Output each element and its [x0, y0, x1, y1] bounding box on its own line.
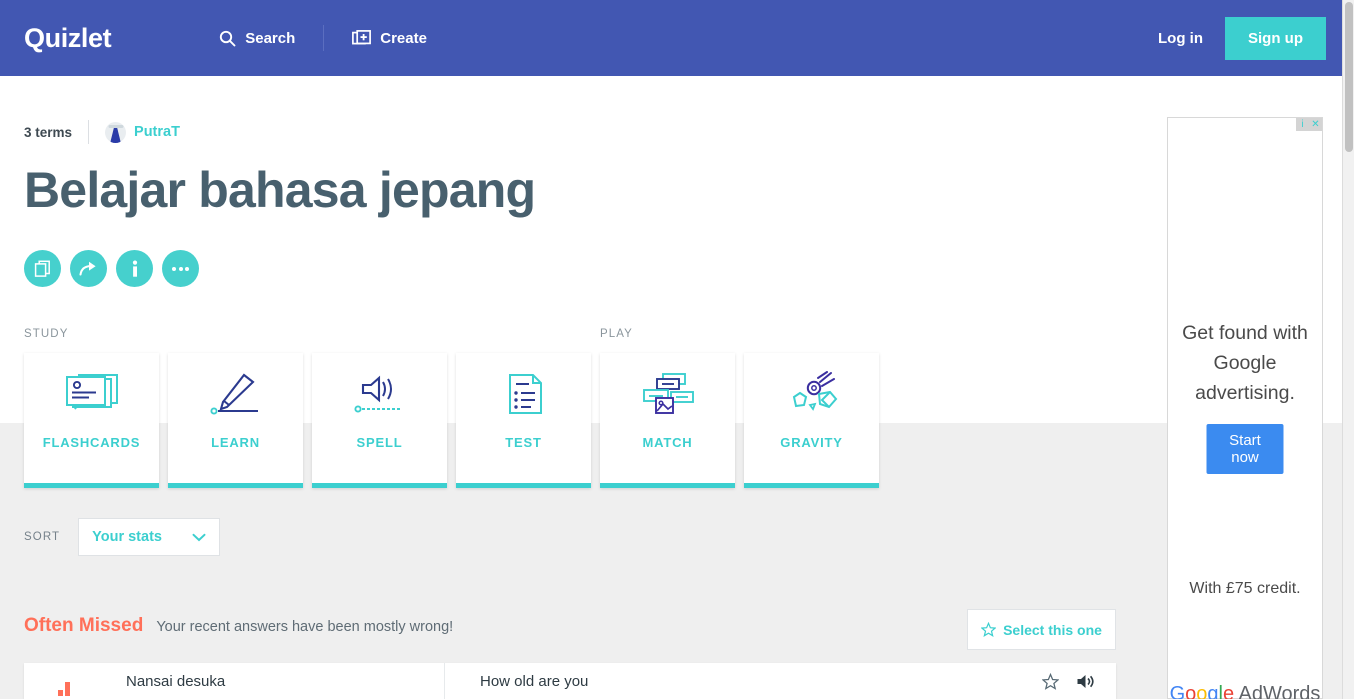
mode-card-flashcards[interactable]: FLASHCARDS	[24, 353, 159, 488]
mode-card-test-label: TEST	[505, 435, 542, 450]
ad-cta-button[interactable]: Start now	[1206, 424, 1284, 474]
page-title: Belajar bahasa jepang	[24, 162, 536, 218]
site-header: Quizlet Search Create Log in Sign up	[0, 0, 1342, 76]
sort-selected-value: Your stats	[92, 529, 162, 545]
section-label-study: STUDY	[24, 328, 69, 340]
sort-row: SORT Your stats	[24, 518, 221, 556]
mode-card-flashcards-label: FLASHCARDS	[42, 435, 141, 450]
more-button[interactable]	[162, 250, 199, 287]
more-icon	[172, 266, 189, 271]
asteroid-icon	[744, 353, 879, 435]
info-button[interactable]	[116, 250, 153, 287]
info-icon	[131, 260, 139, 278]
create-icon	[352, 29, 372, 47]
nav-item-create[interactable]: Create	[352, 30, 427, 47]
logo-letter-g: G	[1169, 683, 1186, 699]
mode-card-test[interactable]: TEST	[456, 353, 591, 488]
author-link[interactable]: PutraT	[134, 124, 180, 140]
audio-icon[interactable]	[1076, 673, 1094, 690]
share-icon	[79, 260, 98, 277]
mode-card-spell[interactable]: SPELL	[312, 353, 447, 488]
mode-card-learn-label: LEARN	[211, 435, 260, 450]
speaker-icon	[312, 353, 447, 435]
set-action-buttons	[24, 250, 199, 287]
set-meta: 3 terms PutraT	[24, 120, 180, 144]
sort-label: SORT	[24, 531, 61, 543]
match-tiles-icon	[600, 353, 735, 435]
ad-close-icon[interactable]: ✕	[1309, 118, 1322, 131]
copy-icon	[34, 260, 51, 277]
copy-button[interactable]	[24, 250, 61, 287]
table-row[interactable]: Nansai desuka How old are you	[24, 663, 1116, 699]
mode-card-gravity-label: GRAVITY	[780, 435, 843, 450]
stat-bar	[58, 690, 63, 696]
pencil-icon	[168, 353, 303, 435]
nav-item-search[interactable]: Search	[219, 30, 295, 47]
nav-divider	[323, 25, 325, 51]
term-count: 3 terms	[24, 124, 73, 140]
login-link[interactable]: Log in	[1158, 30, 1203, 47]
section-label-play: PLAY	[600, 328, 633, 340]
mode-card-match-label: MATCH	[642, 435, 693, 450]
sort-select[interactable]: Your stats	[78, 518, 221, 556]
term-row-icons	[1042, 672, 1116, 690]
quizlet-logo[interactable]: Quizlet	[24, 23, 112, 54]
star-icon[interactable]	[1042, 672, 1059, 690]
scrollbar-thumb[interactable]	[1345, 2, 1353, 152]
mode-cards: FLASHCARDS LEARN SPELL TEST MATCH GRAVIT…	[24, 353, 879, 488]
document-icon	[456, 353, 591, 435]
mode-card-gravity[interactable]: GRAVITY	[744, 353, 879, 488]
page-scrollbar[interactable]	[1342, 0, 1354, 699]
often-missed-subtitle: Your recent answers have been mostly wro…	[156, 619, 454, 635]
adchoices-info-icon[interactable]: i	[1296, 118, 1309, 131]
logo-letter-e: e	[1222, 683, 1235, 699]
page-root: Quizlet Search Create Log in Sign up 3 t…	[0, 0, 1354, 699]
logo-letter-o1: o	[1185, 683, 1197, 699]
star-icon	[981, 622, 997, 637]
ad-credit-text: With £75 credit.	[1189, 580, 1301, 597]
search-icon	[219, 30, 236, 47]
header-nav: Search Create	[219, 25, 427, 51]
term-word: Nansai desuka	[126, 672, 226, 690]
term-definition: How old are you	[480, 672, 589, 690]
mode-card-match[interactable]: MATCH	[600, 353, 735, 488]
nav-item-create-label: Create	[380, 29, 427, 47]
advertisement-panel: i ✕ Get found with Google advertising. S…	[1167, 117, 1323, 699]
logo-letter-o2: o	[1196, 683, 1208, 699]
stat-bar	[65, 682, 70, 696]
often-missed-title: Often Missed	[24, 615, 144, 636]
meta-divider	[88, 120, 90, 144]
adchoices-controls: i ✕	[1296, 118, 1322, 131]
flashcards-icon	[24, 353, 159, 435]
often-missed-heading: Often Missed Your recent answers have be…	[24, 615, 453, 637]
google-adwords-logo: Google AdWords	[1168, 683, 1322, 699]
select-this-one-button[interactable]: Select this one	[967, 609, 1116, 650]
share-button[interactable]	[70, 250, 107, 287]
term-stat-bars	[24, 663, 104, 699]
header-auth-group: Log in Sign up	[1158, 0, 1326, 76]
avatar-figure	[110, 126, 122, 143]
logo-letter-g2: g	[1207, 683, 1219, 699]
mode-card-spell-label: SPELL	[356, 435, 403, 450]
chevron-down-icon	[192, 533, 206, 542]
select-this-one-label: Select this one	[1003, 621, 1102, 638]
avatar[interactable]	[105, 121, 127, 143]
logo-suffix: AdWords	[1234, 683, 1321, 699]
signup-button[interactable]: Sign up	[1225, 16, 1326, 60]
avatar-hat	[108, 124, 124, 128]
nav-item-search-label: Search	[245, 29, 296, 47]
mode-card-learn[interactable]: LEARN	[168, 353, 303, 488]
ad-headline: Get found with Google advertising.	[1182, 322, 1308, 405]
